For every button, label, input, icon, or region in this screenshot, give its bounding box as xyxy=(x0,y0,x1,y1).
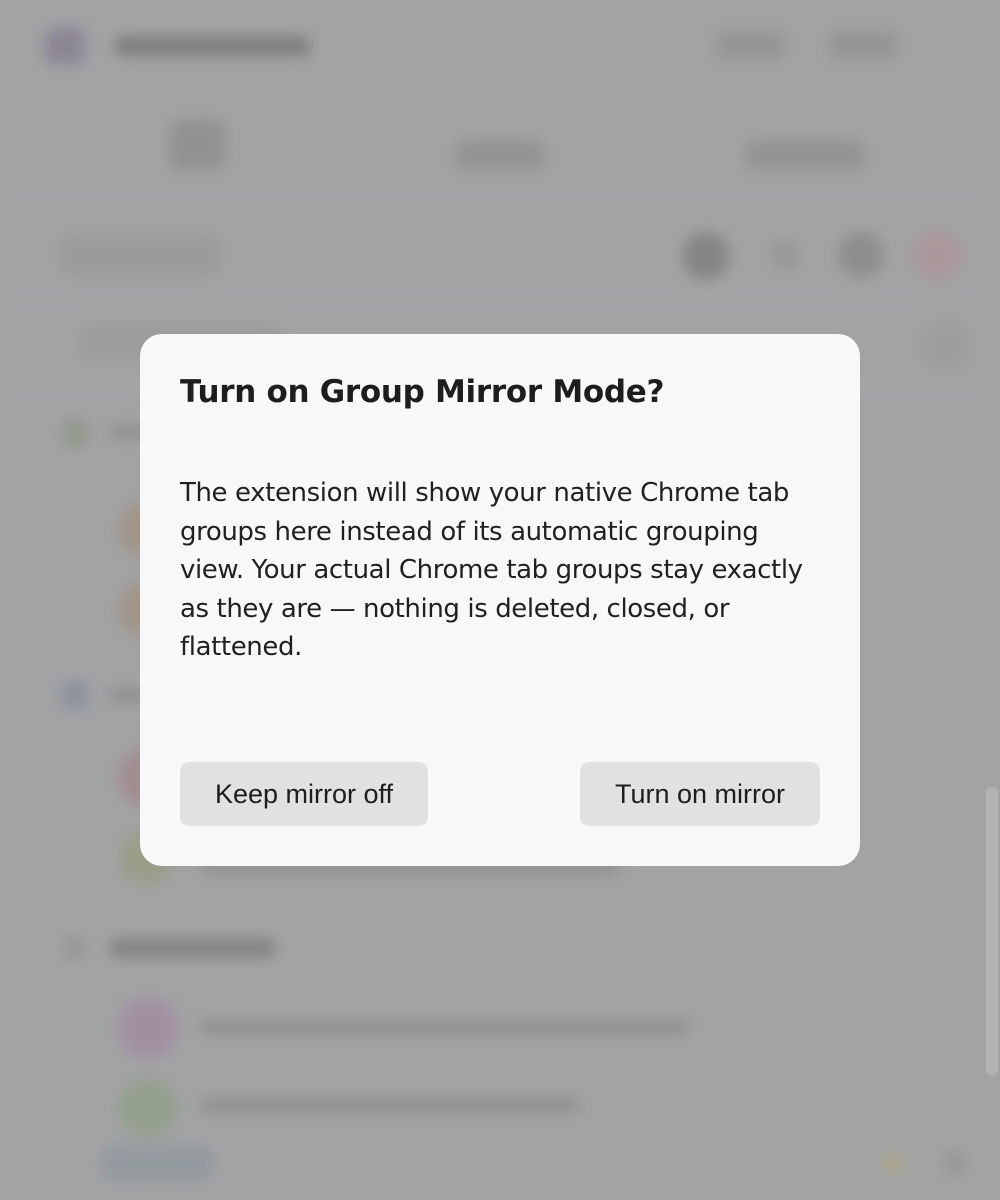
nav-tab xyxy=(170,120,225,170)
tab-favicon xyxy=(118,1078,178,1138)
group-label xyxy=(110,938,275,958)
footer-icon xyxy=(942,1150,968,1176)
dialog-message: The extension will show your native Chro… xyxy=(180,478,803,663)
app-logo xyxy=(45,28,85,64)
divider xyxy=(0,205,1000,207)
header-button xyxy=(828,30,898,60)
divider xyxy=(0,300,1000,302)
footer-chip xyxy=(100,1145,215,1181)
mirror-mode-dialog: Turn on Group Mirror Mode? The extension… xyxy=(140,334,860,866)
keep-mirror-off-button[interactable]: Keep mirror off xyxy=(180,762,428,826)
scrollbar-thumb[interactable] xyxy=(986,786,998,1076)
search-input xyxy=(60,235,220,275)
header-button xyxy=(715,30,785,60)
toolbar-icon xyxy=(912,230,962,280)
toolbar-icon xyxy=(770,240,800,270)
filter-icon xyxy=(920,320,972,372)
group-color-dot xyxy=(60,680,90,710)
toolbar-icon xyxy=(682,232,730,280)
group-color-dot xyxy=(60,418,90,448)
nav-tab xyxy=(455,140,545,170)
turn-on-mirror-button[interactable]: Turn on mirror xyxy=(580,762,820,826)
app-title-placeholder xyxy=(115,36,310,56)
tab-title xyxy=(200,1020,690,1034)
dialog-title: Turn on Group Mirror Mode? xyxy=(180,374,665,410)
footer-icon xyxy=(880,1150,906,1176)
app-window: Turn on Group Mirror Mode? The extension… xyxy=(0,0,1000,1200)
nav-tab xyxy=(745,140,865,170)
group-color-dot xyxy=(62,935,88,961)
tab-favicon xyxy=(118,998,178,1058)
tab-title xyxy=(200,1098,580,1112)
toolbar-icon xyxy=(838,232,884,278)
